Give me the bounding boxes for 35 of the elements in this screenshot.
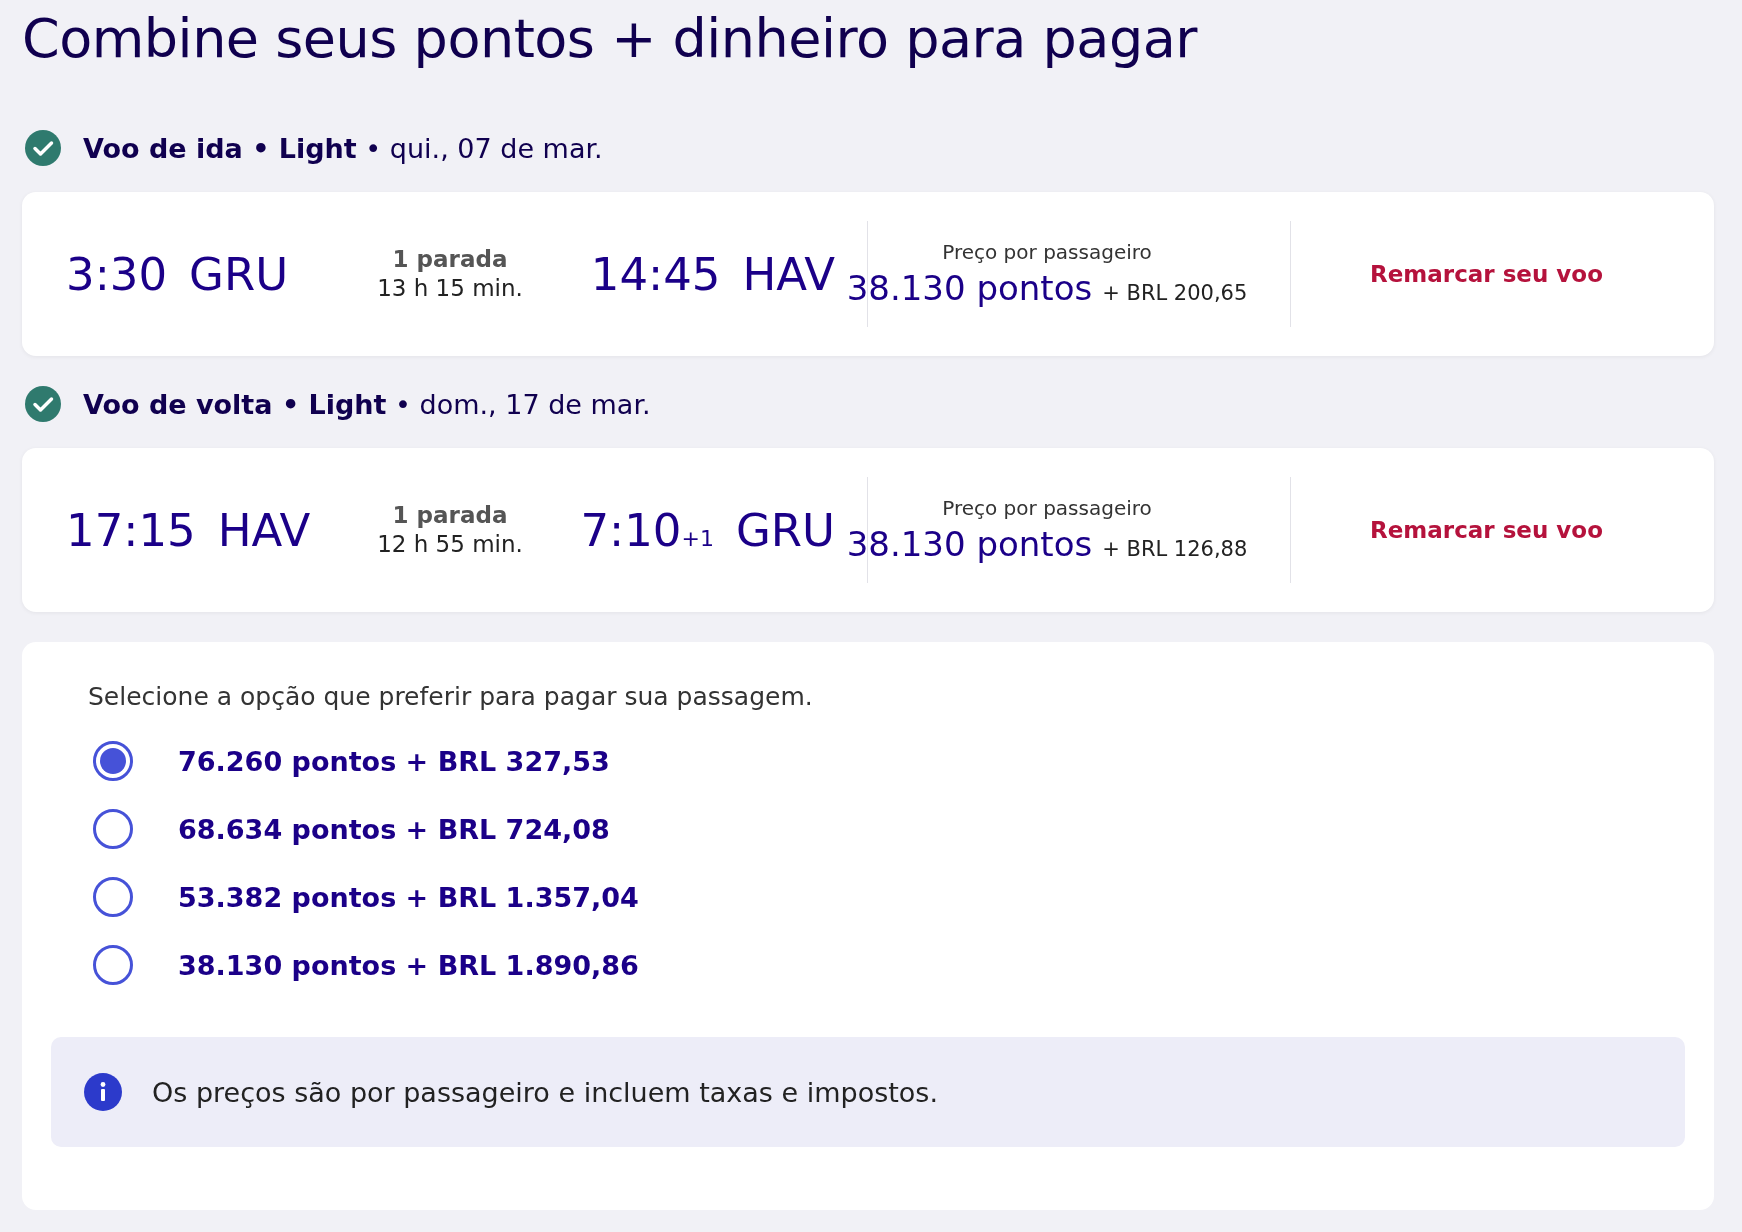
- price-label: Preço por passageiro: [942, 240, 1152, 264]
- payment-option[interactable]: 68.634 pontos + BRL 724,08: [178, 813, 610, 845]
- departure-airport: HAV: [217, 503, 311, 557]
- arrival-time: 7:10: [580, 503, 682, 557]
- stops-count: 1 parada: [392, 501, 508, 530]
- info-icon: [84, 1073, 122, 1111]
- price-cash: + BRL 200,65: [1102, 281, 1248, 305]
- price-label: Preço por passageiro: [942, 496, 1152, 520]
- radio-button[interactable]: [93, 945, 133, 985]
- info-text: Os preços são por passageiro e incluem taxas e impostos.: [152, 1076, 938, 1108]
- payment-option[interactable]: 53.382 pontos + BRL 1.357,04: [178, 881, 639, 913]
- flight-duration: 12 h 55 min.: [377, 530, 523, 559]
- radio-button[interactable]: [93, 877, 133, 917]
- departure-time: 17:15: [66, 503, 196, 557]
- day-offset: +1: [681, 525, 714, 551]
- flight-duration: 13 h 15 min.: [377, 274, 523, 303]
- flight-heading: Voo de volta • Light • dom., 17 de mar.: [83, 388, 651, 420]
- change-flight-link[interactable]: Remarcar seu voo: [1370, 261, 1603, 287]
- departure-airport: GRU: [189, 247, 289, 301]
- radio-button[interactable]: [93, 741, 133, 781]
- arrival-time: 14:45: [590, 247, 721, 301]
- arrival-airport: HAV: [742, 247, 835, 301]
- flight-heading: Voo de ida • Light • qui., 07 de mar.: [83, 132, 603, 164]
- page-title: Combine seus pontos + dinheiro para pagar: [22, 6, 1199, 72]
- payment-option[interactable]: 76.260 pontos + BRL 327,53: [178, 745, 610, 777]
- radio-button[interactable]: [93, 809, 133, 849]
- arrival-airport: GRU: [735, 503, 835, 557]
- price-points: 38.130 pontos: [846, 268, 1093, 308]
- payment-option[interactable]: 38.130 pontos + BRL 1.890,86: [178, 949, 639, 981]
- stops-count: 1 parada: [392, 245, 508, 274]
- price-points: 38.130 pontos: [846, 524, 1093, 564]
- departure-time: 3:30: [66, 247, 168, 301]
- price-cash: + BRL 126,88: [1102, 537, 1248, 561]
- payment-prompt: Selecione a opção que preferir para pagar sua passagem.: [88, 682, 814, 711]
- change-flight-link[interactable]: Remarcar seu voo: [1370, 517, 1603, 543]
